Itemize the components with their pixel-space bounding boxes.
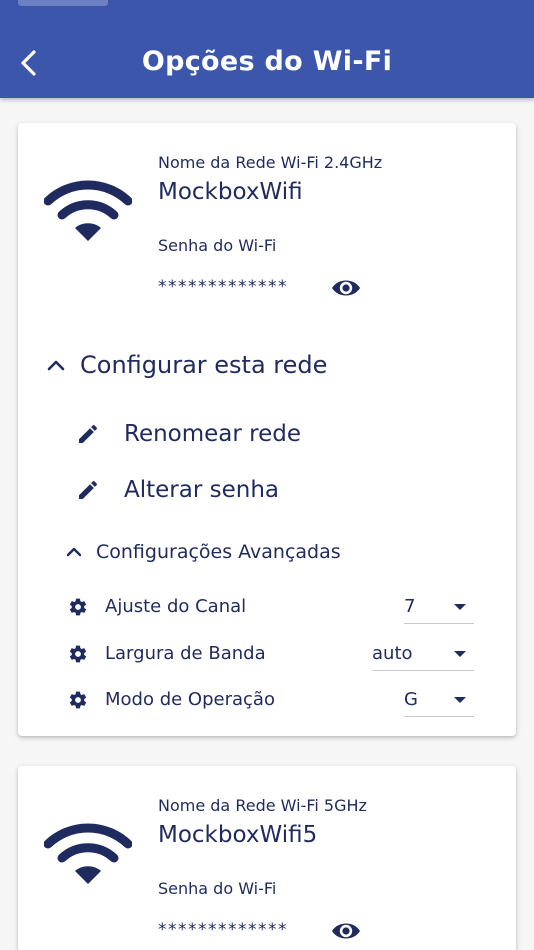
- wifi-icon: [44, 180, 132, 241]
- password-label: Senha do Wi-Fi: [158, 879, 277, 898]
- bandwidth-select-value: auto: [372, 643, 413, 664]
- chevron-up-icon: [66, 547, 82, 557]
- gear-icon: [69, 691, 87, 709]
- pencil-icon: [79, 480, 97, 499]
- dropdown-arrow-icon: [454, 604, 466, 610]
- gear-icon: [69, 645, 87, 663]
- app-bar: Opções do Wi-Fi: [0, 0, 534, 98]
- pencil-icon: [79, 424, 97, 443]
- channel-setting-row: Ajuste do Canal 7: [68, 590, 478, 624]
- rename-network-label: Renomear rede: [124, 421, 302, 447]
- network-card-2g: Nome da Rede Wi-Fi 2.4GHz MockboxWifi Se…: [18, 123, 516, 736]
- configure-network-toggle[interactable]: Configurar esta rede: [46, 351, 327, 379]
- operation-mode-select[interactable]: G: [404, 683, 474, 717]
- bandwidth-setting-row: Largura de Banda auto: [68, 637, 478, 671]
- dropdown-arrow-icon: [454, 697, 466, 703]
- page-title: Opções do Wi-Fi: [141, 46, 393, 77]
- network-label: Nome da Rede Wi-Fi 2.4GHz: [158, 153, 383, 172]
- operation-mode-select-value: G: [404, 689, 418, 710]
- show-password-eye-icon[interactable]: [330, 919, 362, 943]
- channel-setting-label: Ajuste do Canal: [105, 596, 247, 617]
- password-value: *************: [158, 920, 288, 940]
- change-password-label: Alterar senha: [124, 477, 279, 503]
- bandwidth-select[interactable]: auto: [372, 637, 474, 671]
- operation-mode-setting-row: Modo de Operação G: [68, 683, 478, 717]
- operation-mode-setting-label: Modo de Operação: [105, 689, 275, 710]
- gear-icon: [69, 598, 87, 616]
- advanced-settings-toggle[interactable]: Configurações Avançadas: [66, 541, 341, 563]
- chevron-up-icon: [47, 360, 65, 371]
- network-name: MockboxWifi5: [158, 822, 318, 848]
- change-password-button[interactable]: Alterar senha: [76, 477, 279, 503]
- channel-select[interactable]: 7: [404, 590, 474, 624]
- network-name: MockboxWifi: [158, 179, 303, 205]
- password-label: Senha do Wi-Fi: [158, 236, 277, 255]
- bandwidth-setting-label: Largura de Banda: [105, 643, 266, 664]
- wifi-icon: [44, 823, 132, 884]
- advanced-settings-label: Configurações Avançadas: [96, 541, 341, 563]
- rename-network-button[interactable]: Renomear rede: [76, 421, 301, 447]
- configure-network-label: Configurar esta rede: [80, 351, 328, 379]
- status-bar: [18, 0, 108, 6]
- network-label: Nome da Rede Wi-Fi 5GHz: [158, 796, 367, 815]
- network-card-5g: Nome da Rede Wi-Fi 5GHz MockboxWifi5 Sen…: [18, 766, 516, 950]
- dropdown-arrow-icon: [454, 651, 466, 657]
- channel-select-value: 7: [404, 596, 416, 617]
- show-password-eye-icon[interactable]: [330, 276, 362, 300]
- password-value: *************: [158, 277, 288, 297]
